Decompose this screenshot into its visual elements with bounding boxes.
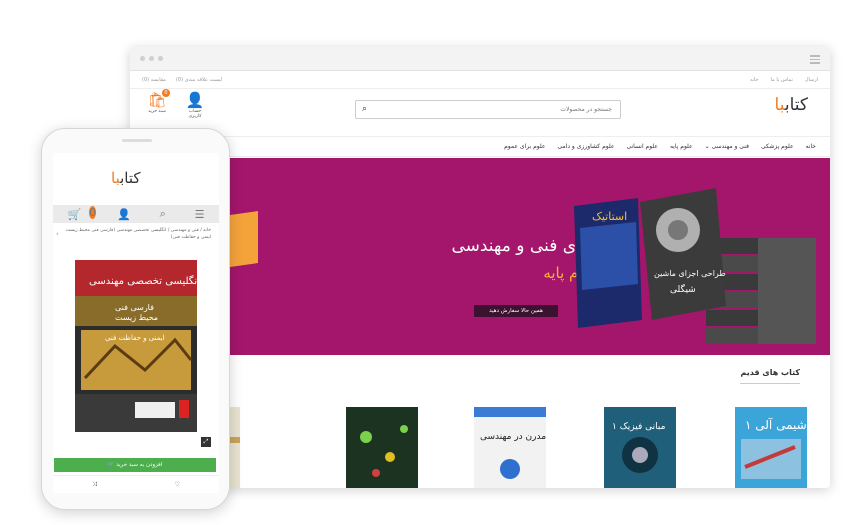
phone-speaker [122, 139, 152, 142]
banner-order-button[interactable]: همین حالا سفارش دهید [474, 305, 558, 317]
mobile-logo[interactable]: کتاببا [111, 169, 141, 187]
add-to-cart-label: افزودن به سبد خرید [116, 462, 163, 468]
cart-icon: 🛒 [107, 462, 115, 468]
window-dots [140, 56, 163, 61]
top-link-shipping[interactable]: ارسال [805, 77, 818, 83]
section-title: کتاب های قدیم [740, 368, 800, 377]
mobile-cart-badge: 0 [89, 205, 97, 219]
nav-item-humanities[interactable]: علوم انسانی [626, 143, 657, 150]
nav-item-medical[interactable]: علوم پزشکی [761, 143, 794, 150]
mobile-screen: کتاببا 🛒 0 👤 ⌕ ☰ ‹ خانه / فنی و مهندسی / … [53, 153, 219, 493]
machine-book-title: طراحی اجزای ماشین [654, 269, 726, 278]
zoom-icon[interactable]: ⤢ [201, 437, 211, 447]
cart-label: سبد خرید [148, 109, 166, 114]
logo-text: کتاب [784, 95, 808, 115]
wishlist-link[interactable]: لیست علاقه مندی (0) [176, 77, 222, 83]
user-icon: 👤 [185, 91, 205, 109]
nav-item-agriculture[interactable]: علوم کشاورزی و دامی [557, 143, 614, 150]
product-card-modern-physics[interactable]: فیزیک مدرن در مهندسی [474, 407, 546, 488]
statics-book-title: استاتیک [592, 210, 627, 223]
product-card-green-cover[interactable] [346, 407, 418, 488]
mobile-book-title: انگلیسی تخصصی مهندسی [89, 275, 197, 287]
heart-icon[interactable]: ♡ [175, 481, 180, 488]
mobile-cart-icon[interactable]: 🛒 0 [67, 205, 97, 221]
product-card-physics-1[interactable]: مبانی فیزیک ۱ [604, 407, 676, 488]
book-machine-design: طراحی اجزای ماشین شیگلی [640, 188, 726, 320]
mobile-breadcrumb[interactable]: خانه / فنی و مهندسی / انگلیسی تخصصی مهند… [61, 227, 211, 241]
chevron-down-icon: ⌄ [704, 143, 710, 150]
search-icon[interactable]: ⌕ [362, 104, 367, 114]
mockup-stage: مقایسه (0) لیست علاقه مندی (0) ارسال تما… [0, 0, 850, 525]
cart-count-badge: 0 [162, 89, 170, 97]
mobile-book-subtitle-2: محیط زیست [115, 313, 158, 322]
mobile-phone-mockup: کتاببا 🛒 0 👤 ⌕ ☰ ‹ خانه / فنی و مهندسی / … [41, 128, 230, 510]
header-icons: 🛍 0 سبد خرید 👤 حساب کاربری [144, 89, 208, 119]
nav-item-home[interactable]: خانه [806, 143, 816, 150]
mobile-product-image[interactable]: انگلیسی تخصصی مهندسی فارسی فنی محیط زیست… [75, 260, 197, 432]
nav-item-engineering[interactable]: فنی و مهندسی ⌄ [705, 143, 749, 150]
mobile-search-icon[interactable]: ⌕ [160, 207, 166, 221]
product-carousel: شیمی آلی ۱ مبانی فیزیک ۱ فیزیک مدرن در م… [216, 407, 820, 488]
hero-banner[interactable]: نوپردازان کتاب های فنی و مهندسی علوم پای… [230, 158, 830, 355]
menu-icon[interactable] [810, 55, 820, 66]
mobile-user-icon[interactable]: 👤 [117, 208, 131, 221]
account-button[interactable]: 👤 حساب کاربری [182, 91, 208, 119]
chevron-left-icon[interactable]: ‹ [56, 230, 59, 238]
product-card-organic-chemistry[interactable]: شیمی آلی ۱ [735, 407, 807, 488]
site-header: کتاببا جستجو در محصولات ⌕ 🛍 0 سبد خرید 👤… [130, 89, 830, 137]
site-logo[interactable]: کتاببا [775, 95, 808, 115]
cart-button[interactable]: 🛍 0 سبد خرید [144, 89, 170, 119]
logo-accent: با [774, 95, 785, 115]
banner-books-illustration: استاتیک طراحی اجزای ماشین شیگلی [574, 188, 816, 344]
main-nav: خانه علوم پزشکی فنی و مهندسی ⌄ علوم پایه… [130, 137, 830, 157]
compare-link[interactable]: مقایسه (0) [142, 77, 166, 83]
top-bar: مقایسه (0) لیست علاقه مندی (0) ارسال تما… [130, 71, 830, 89]
product-title: مبانی فیزیک ۱ [612, 422, 666, 432]
machine-book-author: شیگلی [670, 283, 696, 295]
add-to-cart-button[interactable]: 🛒 افزودن به سبد خرید [54, 458, 216, 472]
product-title: فیزیک مدرن در مهندسی [480, 432, 546, 442]
mobile-menu-icon[interactable]: ☰ [195, 208, 205, 221]
browser-chrome [130, 47, 830, 71]
mobile-book-subtitle-1: فارسی فنی [115, 303, 154, 312]
top-link-home[interactable]: خانه [750, 77, 759, 83]
top-link-contact[interactable]: تماس با ما [771, 77, 793, 83]
nav-item-general[interactable]: علوم برای عموم [504, 143, 545, 150]
section-divider [740, 383, 800, 384]
mobile-toolbar: 🛒 0 👤 ⌕ ☰ [53, 205, 219, 223]
account-label: حساب کاربری [188, 109, 202, 119]
banner-side-book [230, 211, 258, 267]
product-title: شیمی آلی ۱ [745, 417, 807, 432]
mobile-bottom-actions: ⤨ ♡ [53, 475, 219, 493]
compare-icon[interactable]: ⤨ [92, 481, 97, 489]
mobile-book-subtitle-3: ایمنی و حفاظت فنی [105, 334, 165, 342]
desktop-browser-window: مقایسه (0) لیست علاقه مندی (0) ارسال تما… [130, 47, 830, 488]
search-placeholder: جستجو در محصولات [560, 106, 612, 113]
book-statics: استاتیک [574, 198, 642, 328]
search-box[interactable]: جستجو در محصولات ⌕ [355, 100, 621, 119]
nav-item-basic-sciences[interactable]: علوم پایه [670, 143, 693, 150]
